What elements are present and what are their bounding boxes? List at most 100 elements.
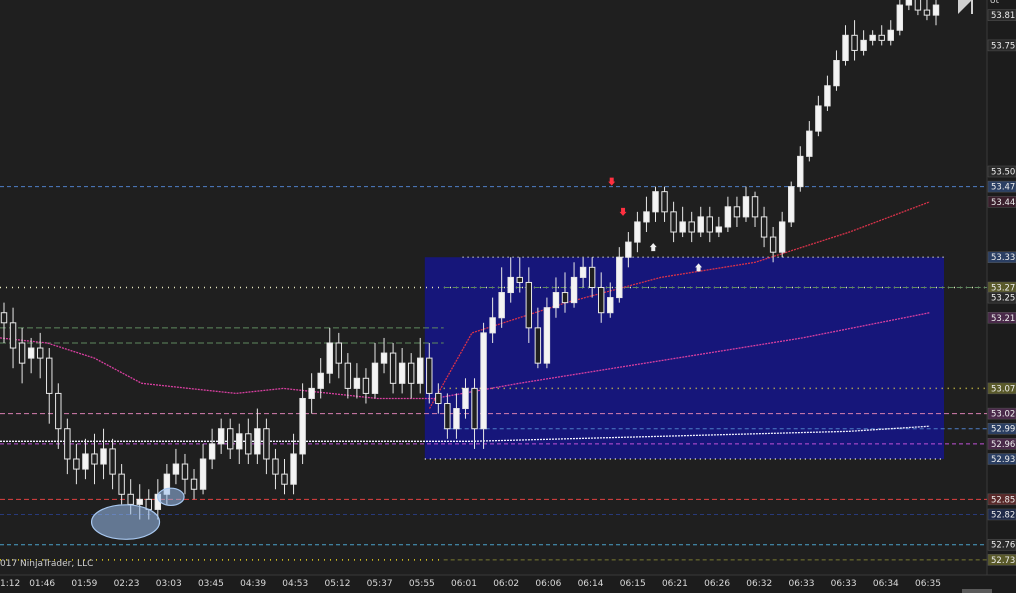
price-chart[interactable]: 53.8153.7553.5053.4753.4453.3353.2753.25… [0,0,1016,593]
candle-down [426,357,433,394]
time-tick-label: 06:33 [788,579,814,589]
candle-up [543,307,551,364]
time-tick-label: 06:33 [831,579,857,589]
time-tick-label: 03:03 [156,579,182,589]
candle-down [118,473,125,495]
candle-down [46,357,53,394]
candle-up [299,397,306,455]
candle-up [136,498,143,505]
candle-up [317,372,324,389]
time-tick-label: 02:23 [114,579,140,589]
candle-up [453,408,460,430]
price-label: 53.81 [991,11,1015,21]
candle-up [869,34,876,41]
candle-up [643,211,650,223]
time-tick-label: 04:53 [282,579,308,589]
time-tick-label: 06:34 [873,579,899,589]
time-tick-label: 06:15 [620,579,646,589]
candle-up [208,443,216,460]
time-tick-label: 06:32 [746,579,772,589]
candle-up [462,387,469,410]
price-label: 52.96 [991,440,1015,450]
candle-up [806,130,813,157]
candle-up [742,196,750,218]
candle-down [91,453,98,465]
time-tick-label: 06:26 [704,579,730,589]
top-right-label: ot [990,0,1000,6]
candle-up [715,226,723,233]
candle-up [652,191,659,213]
candle-down [670,211,677,233]
candle-up [326,342,333,374]
candle-down [407,362,415,384]
candle-up [398,362,406,384]
candle-down [597,287,605,314]
candle-up [308,387,315,399]
candle-down [688,221,695,233]
candle-down [281,473,288,485]
candle-down [561,292,569,304]
candle-down [534,327,542,364]
price-label: 52.93 [991,455,1015,465]
candle-up [82,453,89,470]
copyright-text: 017 NinjaTrader, LLC [0,559,93,569]
candle-down [878,34,885,41]
price-label: 52.99 [991,425,1015,435]
dip-ellipse-small [157,487,185,507]
candle-down [588,266,596,288]
candle-up [896,4,904,31]
candle-down [362,377,370,394]
candle-up [788,186,795,223]
time-tick-label: 06:21 [662,579,688,589]
candle-down [36,347,44,359]
candle-down [181,463,189,480]
candle-up [498,292,505,319]
candle-up [634,221,641,243]
candle-up [860,39,867,51]
candle-up [27,347,35,359]
time-tick-label: 05:37 [367,579,393,589]
candle-down [55,392,62,430]
price-label: 53.07 [991,384,1015,394]
time-tick-label: 06:01 [451,579,477,589]
candle-up [172,463,180,475]
candle-down [751,196,759,218]
time-tick-label: 03:45 [198,579,224,589]
candle-up [199,458,207,490]
candle-up [507,276,514,294]
candle-up [371,362,379,394]
candle-down [471,387,478,430]
candle-down [109,448,116,475]
price-label: 53.44 [991,198,1015,208]
candle-up [842,34,849,62]
price-label: 53.33 [991,253,1015,263]
time-tick-label: 06:35 [915,579,941,589]
price-label: 52.85 [991,495,1015,505]
candle-up [778,221,786,253]
candle-down [344,362,352,389]
horizontal-scrollbar[interactable] [962,589,992,593]
candle-up [616,256,623,299]
candle-down [914,0,922,11]
candle-up [679,221,686,233]
candle-down [769,236,777,253]
price-label: 53.02 [991,410,1015,420]
time-tick-label: 06:06 [535,579,561,589]
candle-down [226,428,234,450]
candle-down [18,342,26,364]
candle-down [661,191,668,213]
candle-up [824,85,831,107]
candle-down [263,428,270,460]
candle-down [516,276,523,283]
candle-up [217,428,225,445]
candle-down [444,403,451,430]
candle-down [0,312,8,324]
candle-up [607,297,614,314]
candle-down [435,392,442,405]
candle-down [851,34,858,51]
candle-up [100,448,107,465]
candle-up [724,206,732,228]
candle-up [552,292,560,309]
candle-down [9,322,17,349]
candle-down [706,216,714,233]
